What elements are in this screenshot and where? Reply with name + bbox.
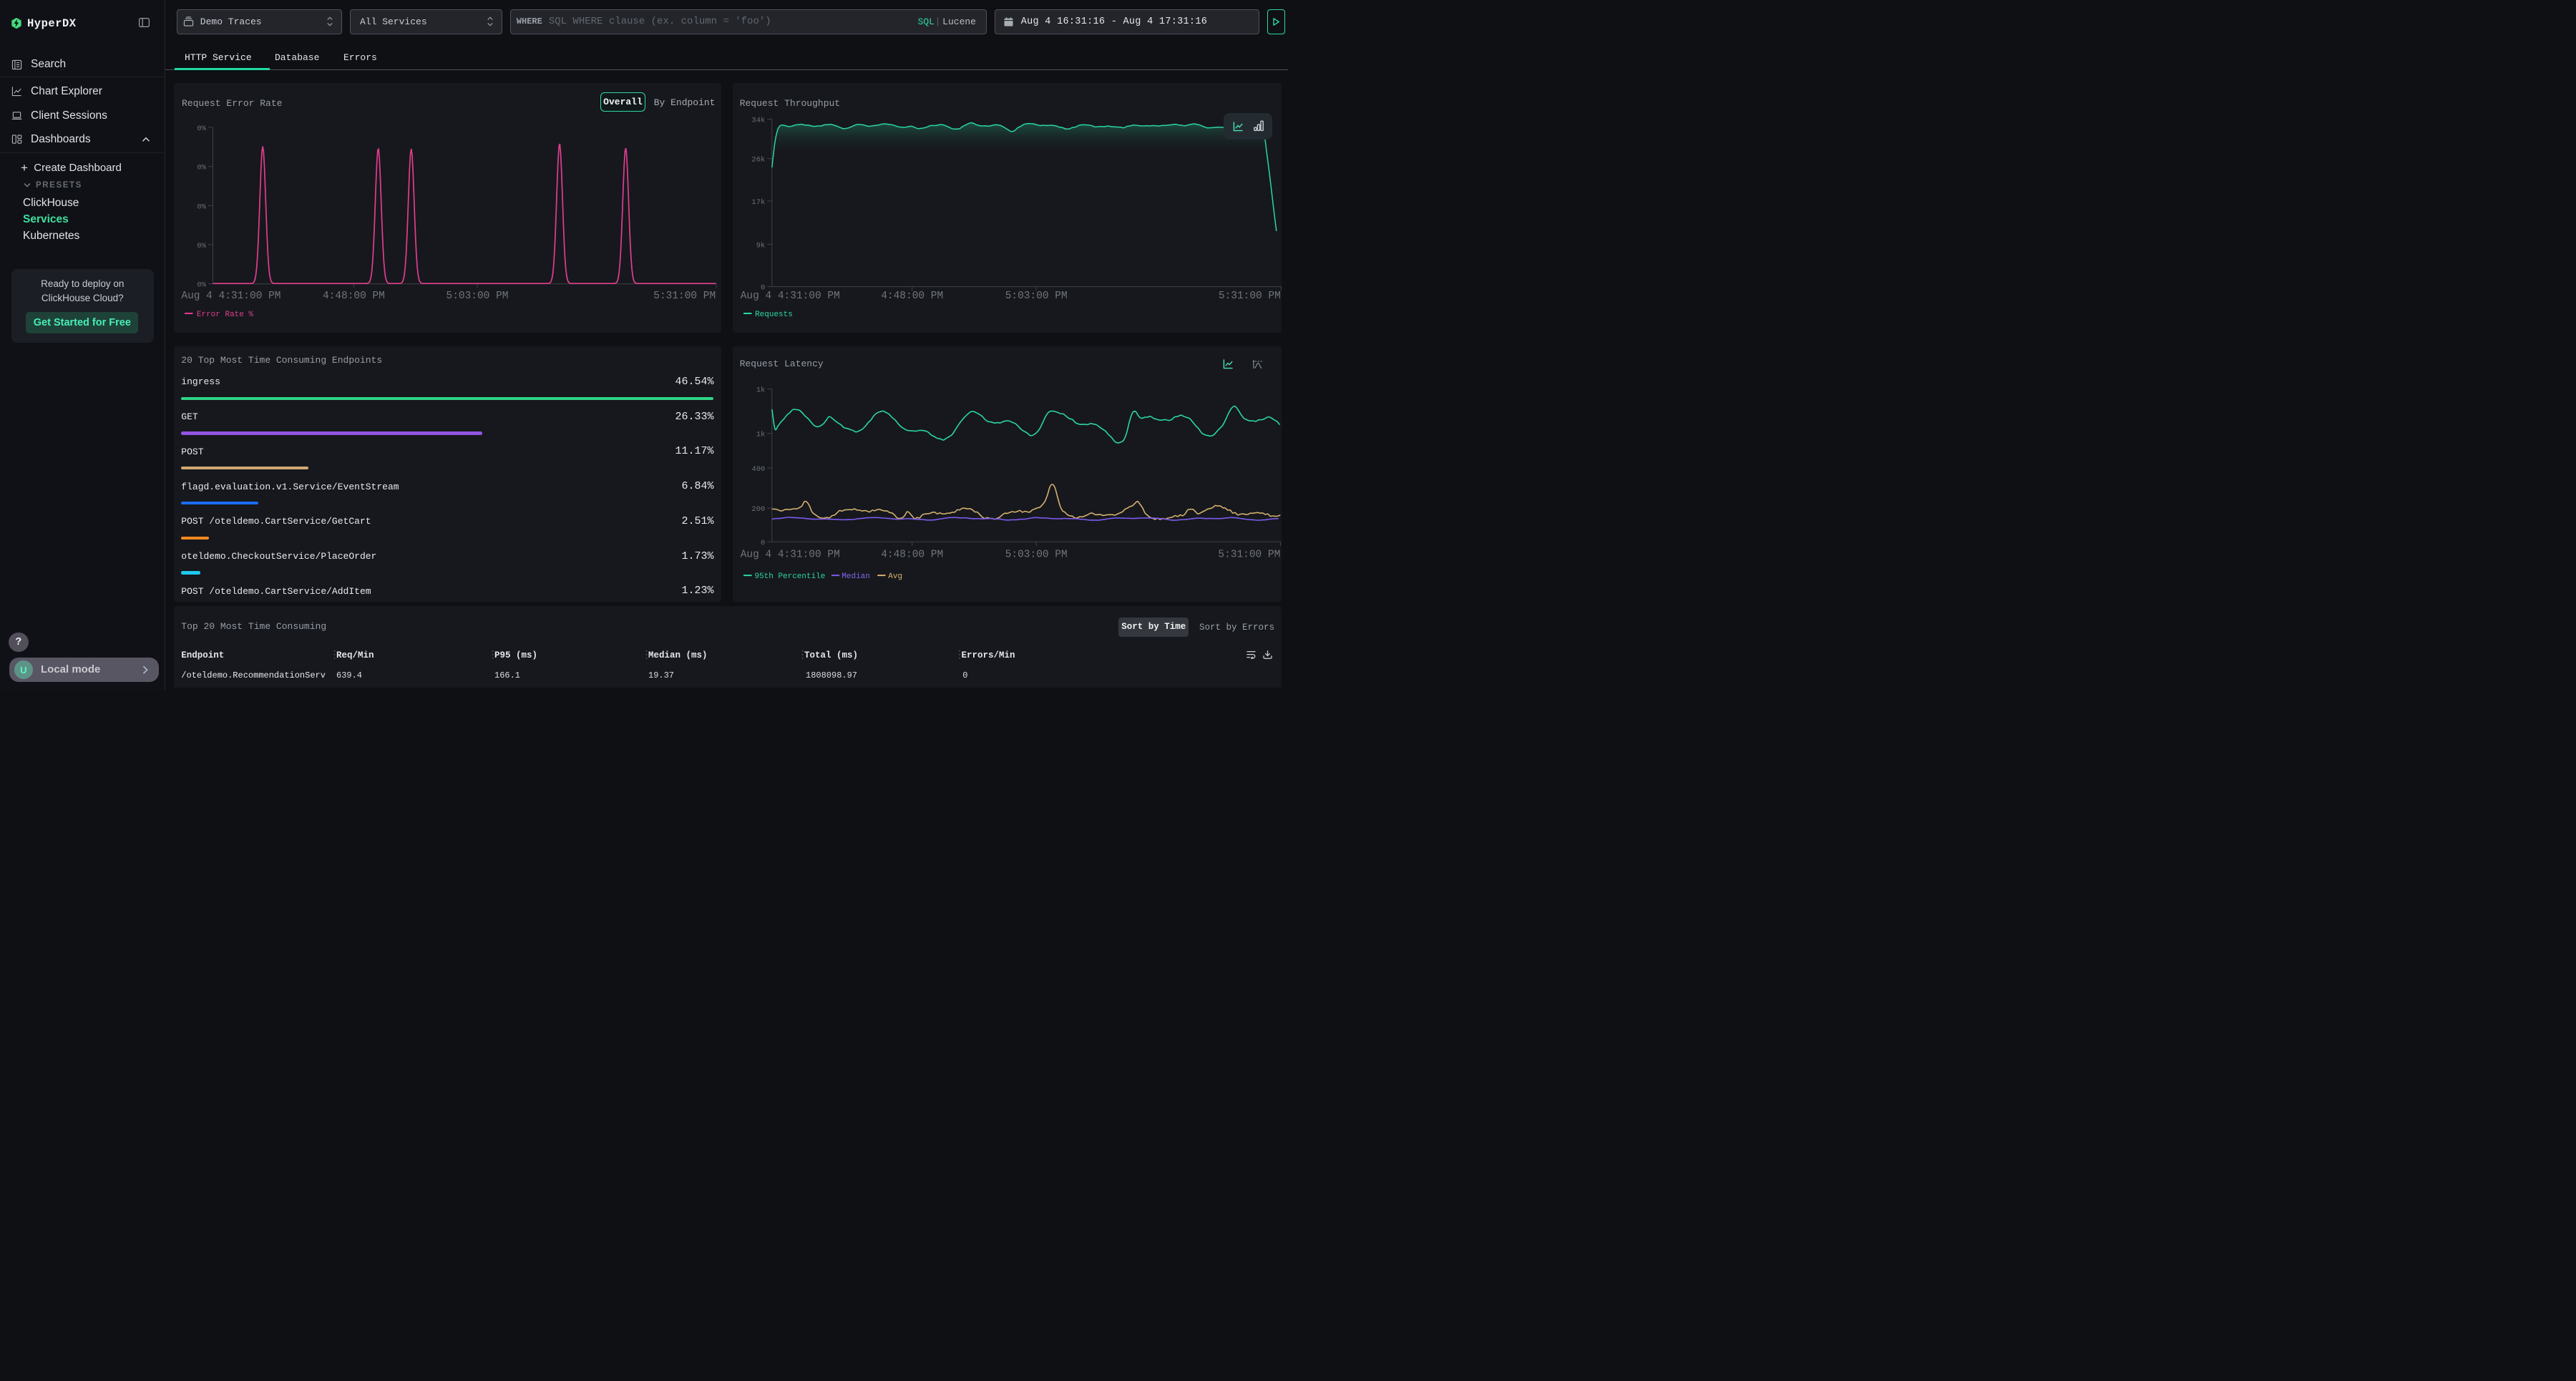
svg-text:Aug 4 4:31:00 PM: Aug 4 4:31:00 PM [740,291,839,302]
svg-text:1k: 1k [756,430,765,439]
svg-text:Error Rate %: Error Rate % [197,311,254,319]
svg-text:17k: 17k [751,198,765,207]
svg-text:95th Percentile: 95th Percentile [754,572,825,581]
svg-text:4:48:00 PM: 4:48:00 PM [323,291,385,302]
svg-text:5:03:00 PM: 5:03:00 PM [1005,291,1067,302]
svg-text:0: 0 [761,539,765,547]
svg-text:Aug 4 4:31:00 PM: Aug 4 4:31:00 PM [181,291,280,302]
svg-text:34k: 34k [751,117,765,125]
svg-text:5:31:00 PM: 5:31:00 PM [1219,291,1281,302]
svg-text:0%: 0% [197,281,206,290]
svg-text:Median: Median [841,572,870,581]
svg-text:1k: 1k [756,386,765,394]
svg-text:0%: 0% [197,164,206,172]
svg-text:Avg: Avg [888,572,902,581]
svg-text:Aug 4 4:31:00 PM: Aug 4 4:31:00 PM [740,549,839,560]
svg-text:400: 400 [751,465,765,474]
svg-text:0%: 0% [197,202,206,211]
svg-text:0%: 0% [197,125,206,133]
svg-text:4:48:00 PM: 4:48:00 PM [881,549,943,560]
svg-text:26k: 26k [751,156,765,165]
svg-text:5:31:00 PM: 5:31:00 PM [1218,549,1280,560]
svg-text:5:03:00 PM: 5:03:00 PM [1005,549,1067,560]
svg-text:5:03:00 PM: 5:03:00 PM [447,291,509,302]
svg-text:Requests: Requests [755,311,793,319]
svg-text:5:31:00 PM: 5:31:00 PM [653,291,716,302]
svg-text:9k: 9k [756,241,765,250]
svg-text:200: 200 [751,505,765,514]
svg-text:0%: 0% [197,242,206,250]
svg-text:4:48:00 PM: 4:48:00 PM [881,291,943,302]
